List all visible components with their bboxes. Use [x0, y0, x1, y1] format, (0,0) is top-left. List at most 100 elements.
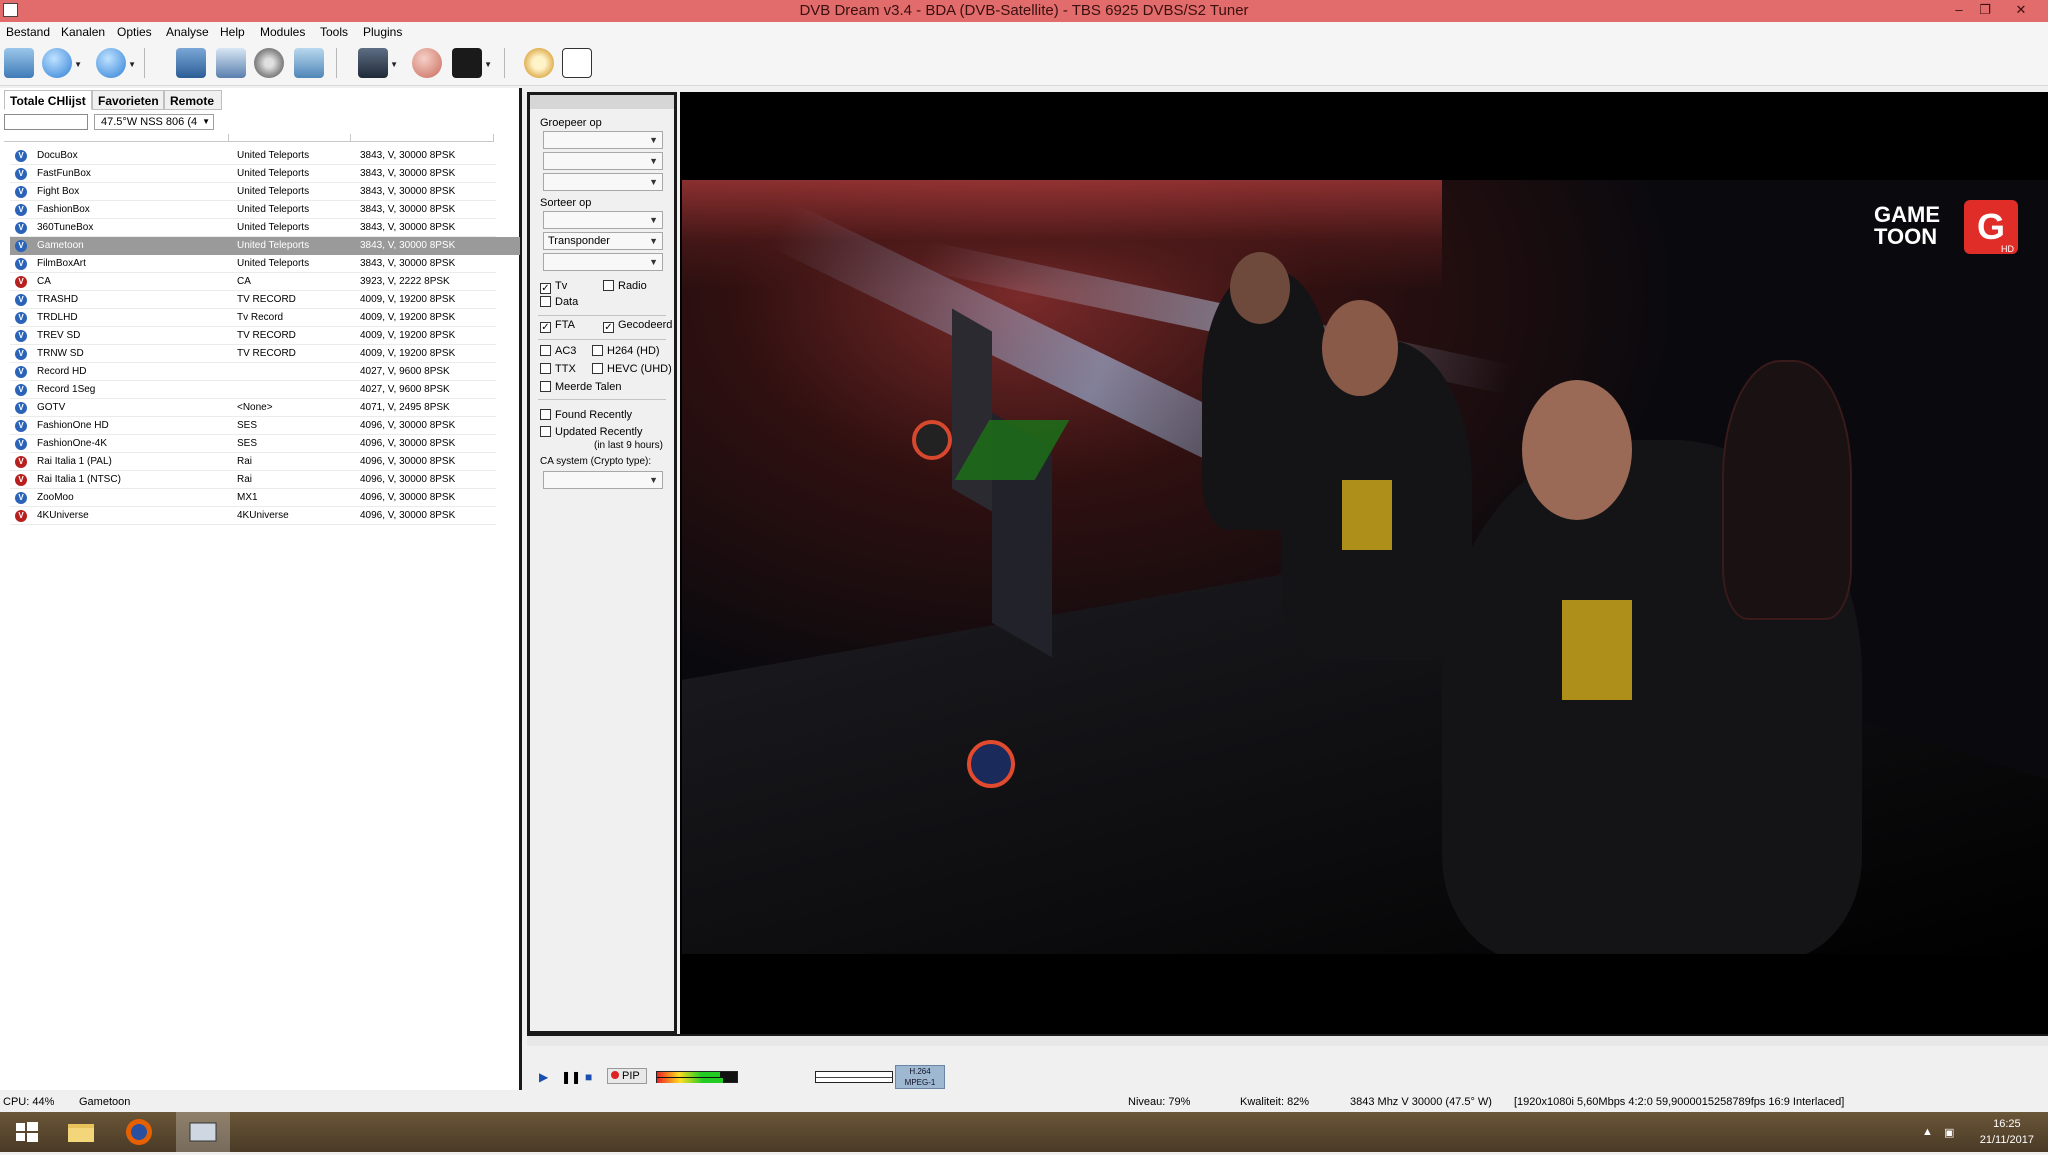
channel-provider: Tv Record: [237, 312, 284, 323]
channel-row[interactable]: V TRDLHD Tv Record 4009, V, 19200 8PSK: [10, 309, 520, 327]
group-by-select-3[interactable]: ▼: [543, 173, 663, 191]
channel-transponder: 3843, V, 30000 8PSK: [360, 168, 456, 179]
menu-analyse[interactable]: Analyse: [166, 25, 209, 39]
video-frame[interactable]: GAME TOON G HD: [682, 180, 2048, 954]
updated-recently-checkbox[interactable]: Updated Recently: [540, 426, 642, 440]
file-explorer-icon[interactable]: [54, 1112, 108, 1152]
video-area[interactable]: GAME TOON G HD: [680, 92, 2048, 1035]
channel-row[interactable]: V Rai Italia 1 (PAL) Rai 4096, V, 30000 8PS…: [10, 453, 520, 471]
channel-row[interactable]: V Record 1Seg 4027, V, 9600 8PSK: [10, 381, 520, 399]
fta-checkbox[interactable]: ✓ FTA: [540, 319, 575, 333]
chevron-down-icon: ▼: [649, 215, 658, 225]
sort-by-select-2[interactable]: Transponder ▼: [543, 232, 663, 250]
ca-system-select[interactable]: ▼: [543, 471, 663, 489]
channel-provider: 4KUniverse: [237, 510, 289, 521]
menu-plugins[interactable]: Plugins: [363, 25, 402, 39]
radio-checkbox[interactable]: Radio: [603, 280, 647, 294]
channel-row[interactable]: V DocuBox United Teleports 3843, V, 30000 8…: [10, 147, 520, 165]
menu-tools[interactable]: Tools: [320, 25, 348, 39]
seek-track[interactable]: [527, 1034, 2048, 1046]
back-icon[interactable]: ▼: [42, 48, 82, 78]
satellite-select[interactable]: 47.5°W NSS 806 (4 ▼: [94, 114, 214, 130]
video-shirt-print: [1562, 600, 1632, 700]
channel-row[interactable]: V FashionOne HD SES 4096, V, 30000 8PSK: [10, 417, 520, 435]
restore-button[interactable]: ❐: [1974, 2, 1996, 18]
pip-button[interactable]: PIP: [607, 1068, 647, 1084]
channel-row[interactable]: V FashionOne-4K SES 4096, V, 30000 8PSK: [10, 435, 520, 453]
tv-checkbox[interactable]: ✓ Tv: [540, 280, 567, 294]
channel-name: Record HD: [37, 366, 87, 377]
channel-row[interactable]: V TRASHD TV RECORD 4009, V, 19200 8PSK: [10, 291, 520, 309]
channel-row[interactable]: V TRNW SD TV RECORD 4009, V, 19200 8PSK: [10, 345, 520, 363]
sort-by-select-3[interactable]: ▼: [543, 253, 663, 271]
channel-provider: TV RECORD: [237, 348, 296, 359]
channel-transponder: 4096, V, 30000 8PSK: [360, 438, 456, 449]
menu-bestand[interactable]: Bestand: [6, 25, 50, 39]
channel-row[interactable]: V TREV SD TV RECORD 4009, V, 19200 8PSK: [10, 327, 520, 345]
channel-row[interactable]: V CA CA 3923, V, 2222 8PSK: [10, 273, 520, 291]
channel-row[interactable]: V 360TuneBox United Teleports 3843, V, 3000…: [10, 219, 520, 237]
group-by-select-1[interactable]: ▼: [543, 131, 663, 149]
channel-row[interactable]: V Rai Italia 1 (NTSC) Rai 4096, V, 30000 8P…: [10, 471, 520, 489]
channel-provider: <None>: [237, 402, 273, 413]
channel-row[interactable]: V Fight Box United Teleports 3843, V, 30000…: [10, 183, 520, 201]
network-icon[interactable]: ▣: [1944, 1126, 1954, 1139]
close-button[interactable]: ✕: [2010, 2, 2032, 18]
pause-icon[interactable]: ❚❚: [561, 1070, 581, 1084]
stop-record-icon[interactable]: [412, 48, 442, 78]
sort-by-select-1[interactable]: ▼: [543, 211, 663, 229]
monitor-icon[interactable]: [176, 48, 206, 78]
menu-kanalen[interactable]: Kanalen: [61, 25, 105, 39]
group-by-select-2[interactable]: ▼: [543, 152, 663, 170]
data-checkbox[interactable]: Data: [540, 296, 578, 310]
tab-total-channel-list[interactable]: Totale CHlijst: [4, 90, 92, 110]
hevc-checkbox[interactable]: HEVC (UHD): [592, 363, 672, 377]
minimize-button[interactable]: –: [1948, 2, 1970, 17]
firefox-icon[interactable]: [112, 1112, 166, 1152]
logo-text: GAME TOON: [1874, 202, 1940, 249]
open-icon[interactable]: [4, 48, 34, 78]
screen-icon[interactable]: [294, 48, 324, 78]
signal-quality-status: Kwaliteit: 82%: [1240, 1096, 1310, 1108]
channel-row[interactable]: V Gametoon United Teleports 3843, V, 30000 …: [10, 237, 520, 255]
free-channel-icon: V: [15, 150, 27, 162]
record-icon[interactable]: ▼: [452, 48, 492, 78]
channel-row[interactable]: V GOTV <None> 4071, V, 2495 8PSK: [10, 399, 520, 417]
epg-icon[interactable]: [562, 48, 592, 78]
channel-row[interactable]: V FilmBoxArt United Teleports 3843, V, 3000…: [10, 255, 520, 273]
free-channel-icon: V: [15, 204, 27, 216]
menu-opties[interactable]: Opties: [117, 25, 152, 39]
tab-favorites[interactable]: Favorieten: [92, 90, 164, 110]
multi-language-checkbox[interactable]: Meerde Talen: [540, 381, 621, 395]
settings-gear-icon[interactable]: [254, 48, 284, 78]
codec-badge: H.264 MPEG-1: [895, 1065, 945, 1089]
channel-provider: Rai: [237, 474, 253, 485]
scrambled-checkbox[interactable]: ✓ Gecodeerd: [603, 319, 672, 333]
h264-checkbox[interactable]: H264 (HD): [592, 345, 660, 359]
clapper-icon[interactable]: ▼: [358, 48, 398, 78]
dvbdream-icon[interactable]: [176, 1112, 230, 1152]
channel-row[interactable]: V FashionBox United Teleports 3843, V, 3000…: [10, 201, 520, 219]
channel-name: Fight Box: [37, 186, 80, 197]
ttx-checkbox[interactable]: TTX: [540, 363, 576, 377]
channel-row[interactable]: V FastFunBox United Teleports 3843, V, 3000…: [10, 165, 520, 183]
channel-row[interactable]: V Record HD 4027, V, 9600 8PSK: [10, 363, 520, 381]
menu-help[interactable]: Help: [220, 25, 245, 39]
timer-icon[interactable]: [524, 48, 554, 78]
window-icon[interactable]: [216, 48, 246, 78]
channel-row[interactable]: V ZooMoo MX1 4096, V, 30000 8PSK: [10, 489, 520, 507]
clock[interactable]: 16:25 21/11/2017: [1980, 1116, 2034, 1148]
channel-row[interactable]: V 4KUniverse 4KUniverse 4096, V, 30000 8PSK: [10, 507, 520, 525]
stop-icon[interactable]: ■: [585, 1070, 592, 1084]
found-recently-checkbox[interactable]: Found Recently: [540, 409, 632, 423]
windows-start-icon[interactable]: [0, 1112, 54, 1152]
channel-search-input[interactable]: [4, 114, 88, 130]
free-channel-icon: V: [15, 348, 27, 360]
play-icon[interactable]: ▶: [539, 1070, 548, 1084]
free-channel-icon: V: [15, 258, 27, 270]
ac3-checkbox[interactable]: AC3: [540, 345, 576, 359]
tray-chevron-icon[interactable]: ▲: [1922, 1126, 1933, 1138]
menu-modules[interactable]: Modules: [260, 25, 305, 39]
tab-remote[interactable]: Remote: [164, 90, 222, 110]
forward-icon[interactable]: ▼: [96, 48, 136, 78]
